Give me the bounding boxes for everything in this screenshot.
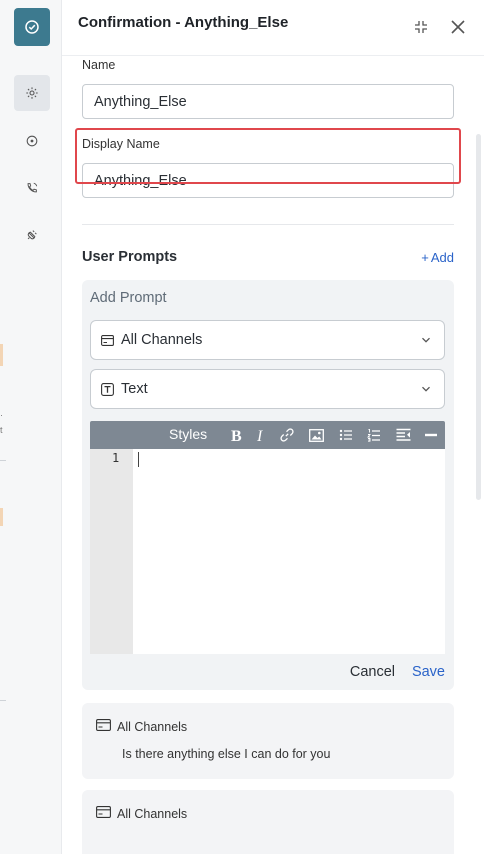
prompt-item[interactable]: All Channels: [82, 790, 454, 854]
link-icon[interactable]: [279, 427, 295, 443]
prompt-channel: All Channels: [96, 806, 187, 821]
bulleted-list-icon[interactable]: [338, 427, 354, 443]
channel-select[interactable]: All Channels: [90, 320, 445, 360]
edge-highlight: [0, 344, 3, 366]
card-icon: [101, 333, 115, 347]
add-prompt-link[interactable]: + Add: [421, 250, 454, 265]
prompt-text: Is there anything else I can do for you: [122, 747, 331, 761]
channel-select-value: All Channels: [121, 332, 203, 348]
edge-divider: [0, 460, 6, 461]
add-label: Add: [430, 250, 454, 265]
display-name-label: Display Name: [82, 137, 160, 151]
scrollbar[interactable]: [476, 134, 481, 500]
editor-gutter: 1: [90, 449, 133, 654]
cancel-button[interactable]: Cancel: [350, 664, 395, 680]
italic-icon[interactable]: I: [253, 427, 269, 443]
name-label: Name: [82, 58, 116, 72]
edge-highlight: [0, 508, 3, 526]
text-box-icon: [101, 382, 115, 396]
confirmation-panel: Confirmation - Anything_Else Name Anythi…: [62, 0, 484, 854]
horizontal-rule-icon[interactable]: [423, 427, 439, 443]
save-button[interactable]: Save: [412, 664, 445, 680]
bold-icon[interactable]: B: [228, 427, 244, 443]
chevron-down-icon: [422, 337, 430, 343]
section-divider: [82, 224, 454, 225]
name-field[interactable]: Anything_Else: [82, 84, 454, 119]
numbered-list-icon[interactable]: [366, 427, 382, 443]
add-prompt-card: Add Prompt All Channels Text Styles B I: [82, 280, 454, 690]
panel-header: Confirmation - Anything_Else: [62, 0, 484, 56]
user-prompts-title: User Prompts: [82, 249, 178, 265]
display-name-field[interactable]: Anything_Else: [82, 163, 454, 198]
chevron-down-icon: [422, 386, 430, 392]
editor-toolbar: Styles B I: [90, 421, 445, 449]
panel-title: Confirmation - Anything_Else: [78, 14, 289, 31]
prompt-editor[interactable]: 1: [90, 449, 445, 654]
edge-glyph: t: [0, 425, 3, 435]
collapse-icon[interactable]: [410, 16, 432, 38]
image-icon[interactable]: [308, 427, 324, 443]
left-rail: · t: [0, 0, 62, 854]
type-select-value: Text: [121, 381, 148, 397]
prompt-channel: All Channels: [96, 719, 187, 734]
prompt-item[interactable]: All Channels Is there anything else I ca…: [82, 703, 454, 779]
svg-text:B: B: [231, 428, 242, 443]
line-number: 1: [112, 451, 120, 465]
plug-icon[interactable]: [14, 217, 50, 253]
card-icon: [96, 719, 111, 734]
type-select[interactable]: Text: [90, 369, 445, 409]
edge-glyph: ·: [0, 410, 3, 420]
plus-icon: +: [421, 250, 429, 265]
edge-divider: [0, 700, 6, 701]
gear-icon[interactable]: [14, 75, 50, 111]
check-circle-icon[interactable]: [14, 8, 50, 46]
prompt-channel-label: All Channels: [117, 806, 188, 821]
svg-text:I: I: [256, 428, 263, 443]
indent-icon[interactable]: [395, 427, 411, 443]
target-icon[interactable]: [14, 123, 50, 159]
add-prompt-heading: Add Prompt: [90, 290, 167, 306]
close-icon[interactable]: [447, 16, 469, 38]
styles-dropdown[interactable]: Styles: [169, 426, 207, 442]
card-icon: [96, 806, 111, 821]
prompt-channel-label: All Channels: [117, 719, 188, 734]
phone-icon[interactable]: [14, 170, 50, 206]
text-caret: [138, 452, 139, 467]
